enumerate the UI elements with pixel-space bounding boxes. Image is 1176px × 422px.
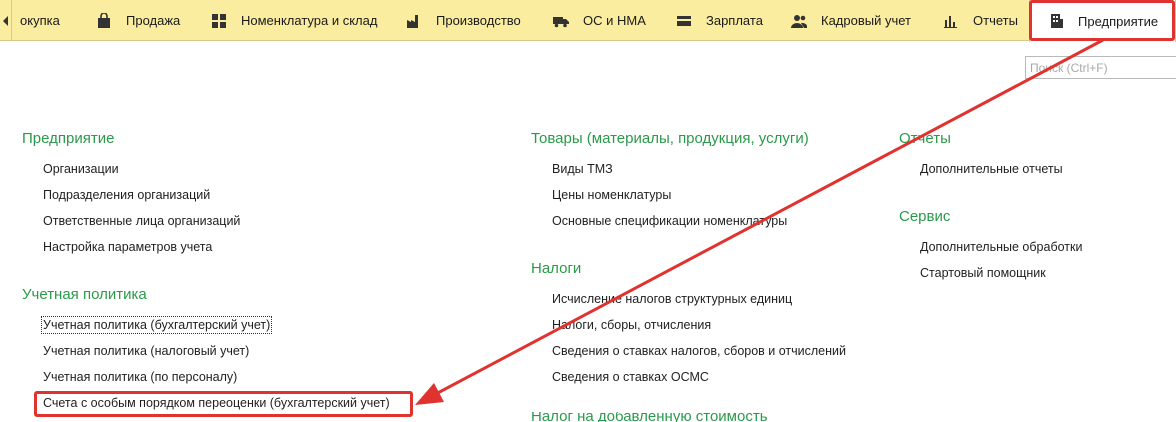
link-revaluation-accounts[interactable]: Счета с особым порядком переоценки (бухг… [43, 396, 390, 410]
tab-label: Продажа [126, 13, 181, 28]
tab-nomenclature[interactable]: Номенклатура и склад [211, 0, 377, 41]
group-title-enterprise: Предприятие [22, 130, 115, 147]
link-additional-processing[interactable]: Дополнительные обработки [920, 240, 1082, 254]
tab-label: Предприятие [1078, 13, 1159, 29]
bag-icon [96, 12, 112, 29]
group-title-goods: Товары (материалы, продукция, услуги) [531, 130, 809, 147]
link-accounting-policy-bu[interactable]: Учетная политика (бухгалтерский учет) [40, 316, 273, 334]
tab-salary[interactable]: Зарплата [676, 0, 763, 41]
group-title-service: Сервис [899, 208, 951, 225]
tab-label: Номенклатура и склад [241, 13, 378, 28]
people-icon [791, 13, 807, 29]
link-specifications[interactable]: Основные спецификации номенклатуры [552, 214, 787, 228]
link-additional-reports[interactable]: Дополнительные отчеты [920, 162, 1063, 176]
link-tax-calculation[interactable]: Исчисление налогов структурных единиц [552, 292, 792, 306]
link-accounting-policy-tax[interactable]: Учетная политика (налоговый учет) [43, 344, 249, 358]
tab-label: Зарплата [706, 13, 763, 28]
truck-icon [553, 13, 569, 29]
link-taxes-fees[interactable]: Налоги, сборы, отчисления [552, 318, 711, 332]
wallet-icon [676, 13, 692, 29]
sections-bar: окупка Продажа Номенклатура и склад Прои… [0, 0, 1176, 42]
chevron-left-icon [3, 15, 8, 26]
link-accounting-settings[interactable]: Настройка параметров учета [43, 240, 212, 254]
tab-label: Производство [436, 13, 521, 28]
group-title-reports: Отчеты [899, 130, 951, 147]
bar-chart-icon [943, 13, 959, 29]
scroll-left-button[interactable] [0, 0, 12, 41]
tab-reports[interactable]: Отчеты [943, 0, 1018, 41]
tab-purchase[interactable]: окупка [20, 0, 60, 41]
link-start-assistant[interactable]: Стартовый помощник [920, 266, 1046, 280]
link-accounting-policy-personnel[interactable]: Учетная политика (по персоналу) [43, 370, 237, 384]
link-organizations[interactable]: Организации [43, 162, 119, 176]
group-title-taxes: Налоги [531, 260, 582, 277]
tab-label: ОС и НМА [583, 13, 646, 28]
tab-sales[interactable]: Продажа [96, 0, 180, 41]
link-tmz-types[interactable]: Виды ТМЗ [552, 162, 613, 176]
search-input[interactable] [1025, 56, 1176, 79]
tab-enterprise[interactable]: Предприятие [1029, 0, 1176, 42]
tab-production[interactable]: Производство [406, 0, 521, 41]
group-title-vat: Налог на добавленную стоимость [531, 412, 768, 422]
tab-label: Отчеты [973, 13, 1018, 28]
group-title-accounting-policy: Учетная политика [22, 286, 147, 303]
link-tax-rates-info[interactable]: Сведения о ставках налогов, сборов и отч… [552, 344, 846, 358]
link-osms-rates[interactable]: Сведения о ставках ОСМС [552, 370, 709, 384]
grid-icon [211, 13, 227, 29]
tab-fixed-assets[interactable]: ОС и НМА [553, 0, 646, 41]
tab-label: окупка [20, 13, 60, 28]
factory-icon [406, 13, 422, 29]
tab-label: Кадровый учет [821, 13, 911, 28]
link-org-departments[interactable]: Подразделения организаций [43, 188, 210, 202]
group-title-vat-text: Налог на добавленную стоимость [531, 412, 768, 422]
link-responsible-persons[interactable]: Ответственные лица организаций [43, 214, 240, 228]
tab-hr[interactable]: Кадровый учет [791, 0, 911, 41]
building-icon [1048, 13, 1064, 29]
link-nomenclature-prices[interactable]: Цены номенклатуры [552, 188, 671, 202]
annotation-arrow [415, 38, 1104, 405]
